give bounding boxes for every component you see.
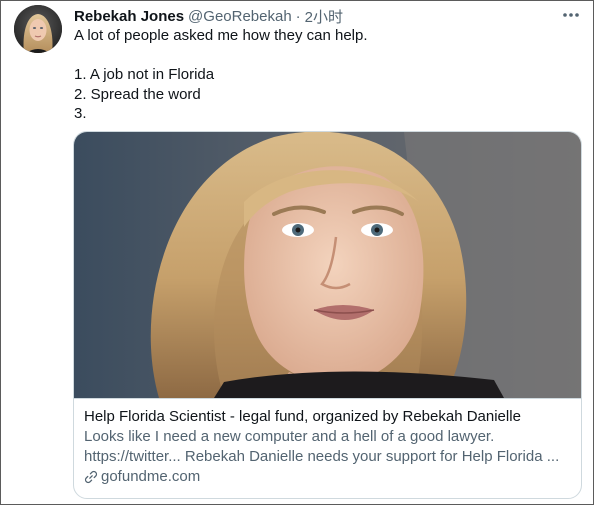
card-domain: gofundme.com	[84, 467, 571, 487]
tweet[interactable]: Rebekah Jones @GeoRebekah · 2小时 A lot of…	[0, 0, 594, 505]
separator-dot: ·	[295, 7, 301, 25]
user-handle[interactable]: @GeoRebekah	[188, 8, 292, 25]
card-description-line: Looks like I need a new computer and a h…	[84, 428, 495, 445]
card-photo	[74, 132, 581, 398]
tweet-text-line: 2. Spread the word	[74, 85, 201, 103]
tweet-text-line: 1. A job not in Florida	[74, 66, 215, 83]
tweet-header: Rebekah Jones @GeoRebekah · 2小时	[74, 6, 343, 26]
avatar[interactable]	[14, 5, 62, 53]
tweet-text-line: 3.	[74, 105, 87, 122]
link-card[interactable]: Help Florida Scientist - legal fund, org…	[73, 131, 582, 499]
card-image[interactable]	[74, 132, 581, 398]
tweet-text: A lot of people asked me how they can he…	[74, 26, 579, 124]
card-domain-text: gofundme.com	[101, 468, 201, 485]
avatar-photo	[14, 5, 62, 53]
tweet-text-line: A lot of people asked me how they can he…	[74, 27, 368, 44]
card-title: Help Florida Scientist - legal fund, org…	[84, 408, 521, 425]
link-icon	[84, 470, 98, 484]
more-button[interactable]	[559, 5, 583, 25]
tweet-text-line	[74, 46, 579, 66]
card-description: Looks like I need a new computer and a h…	[84, 427, 571, 467]
display-name[interactable]: Rebekah Jones	[74, 8, 184, 25]
card-description-line: https://twitter... Rebekah Danielle need…	[84, 448, 560, 465]
card-body[interactable]: Help Florida Scientist - legal fund, org…	[74, 398, 581, 498]
more-horizontal-icon	[563, 13, 579, 17]
timestamp[interactable]: 2小时	[305, 6, 343, 27]
